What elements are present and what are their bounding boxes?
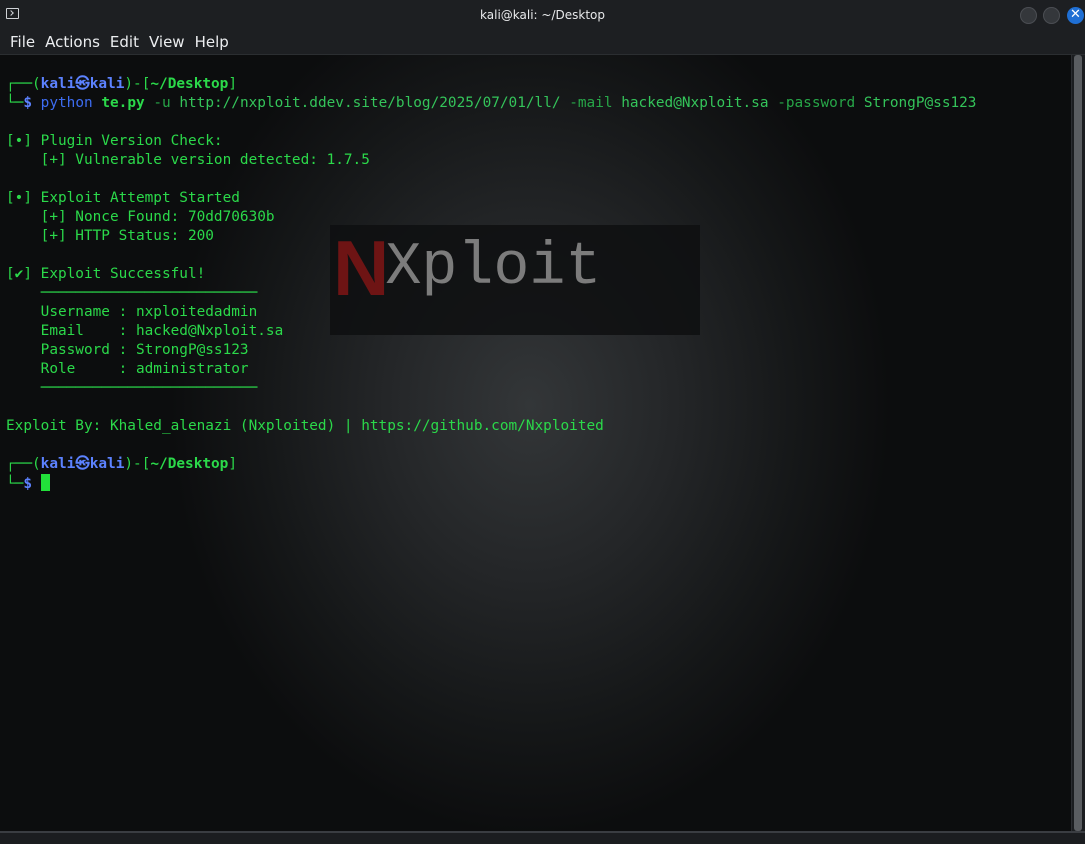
cmd-flag-u: -u — [153, 95, 171, 111]
output-line: [+] Nonce Found: 70dd70630b — [6, 209, 275, 225]
terminal-window: kali@kali: ~/Desktop ✕ File Actions Edit Vi… — [0, 0, 1085, 844]
output-line: Exploit By: Khaled_alenazi (Nxploited) |… — [6, 418, 604, 434]
output-line: Password : StrongP@ss123 — [6, 342, 249, 358]
minimize-button[interactable] — [1020, 7, 1037, 24]
prompt-line-2: ┌──(kali㉿kali)-[~/Desktop] — [6, 456, 238, 472]
title-bar[interactable]: kali@kali: ~/Desktop ✕ — [0, 0, 1085, 30]
output-lines: [•] Plugin Version Check: [+] Vulnerable… — [6, 113, 976, 455]
maximize-button[interactable] — [1043, 7, 1060, 24]
command-line: └─$ python te.py -u http://nxploit.ddev.… — [6, 95, 977, 111]
terminal-area[interactable]: NXploit ┌──(kali㉿kali)-[~/Desktop] └─$ p… — [0, 55, 1072, 831]
prompt-separator: ㉿ — [75, 76, 90, 92]
cmd-script: te.py — [101, 95, 145, 111]
output-line: Username : nxploitedadmin — [6, 304, 258, 320]
prompt-symbol: $ — [23, 95, 32, 111]
output-line: [+] Vulnerable version detected: 1.7.5 — [6, 152, 370, 168]
output-line: [•] Exploit Attempt Started — [6, 190, 240, 206]
output-line: ───────────────────────── — [6, 380, 258, 396]
cmd-url: http://nxploit.ddev.site/blog/2025/07/01… — [179, 95, 561, 111]
output-line: [✔] Exploit Successful! — [6, 266, 206, 282]
output-line: Email : hacked@Nxploit.sa — [6, 323, 284, 339]
scrollbar-thumb[interactable] — [1074, 55, 1082, 831]
close-button[interactable]: ✕ — [1067, 7, 1084, 24]
output-line: ───────────────────────── — [6, 285, 258, 301]
bottom-bar — [0, 831, 1085, 844]
command-line-2: └─$ — [6, 474, 976, 493]
menu-edit[interactable]: Edit — [105, 30, 144, 54]
output-line: [+] HTTP Status: 200 — [6, 228, 214, 244]
output-line: Role : administrator — [6, 361, 249, 377]
menu-actions[interactable]: Actions — [40, 30, 105, 54]
menu-view[interactable]: View — [144, 30, 190, 54]
cmd-flag-mail: -mail — [569, 95, 613, 111]
vertical-scrollbar[interactable] — [1071, 55, 1085, 831]
prompt-dir: ~/Desktop — [150, 76, 229, 92]
cmd-password: StrongP@ss123 — [863, 95, 977, 111]
close-icon: ✕ — [1070, 7, 1081, 22]
menu-help[interactable]: Help — [190, 30, 234, 54]
output-line: [•] Plugin Version Check: — [6, 133, 223, 149]
cmd-flag-password: -password — [777, 95, 856, 111]
cmd-program: python — [40, 95, 93, 111]
terminal-output: ┌──(kali㉿kali)-[~/Desktop] └─$ python te… — [6, 75, 976, 493]
prompt-host: kali — [89, 76, 125, 92]
menu-bar: File Actions Edit View Help — [0, 30, 1085, 55]
prompt-user: kali — [40, 76, 76, 92]
window-title: kali@kali: ~/Desktop — [480, 8, 605, 22]
cmd-mail: hacked@Nxploit.sa — [621, 95, 769, 111]
text-cursor — [40, 474, 50, 491]
prompt-line: ┌──(kali㉿kali)-[~/Desktop] — [6, 76, 238, 92]
menu-file[interactable]: File — [5, 30, 40, 54]
